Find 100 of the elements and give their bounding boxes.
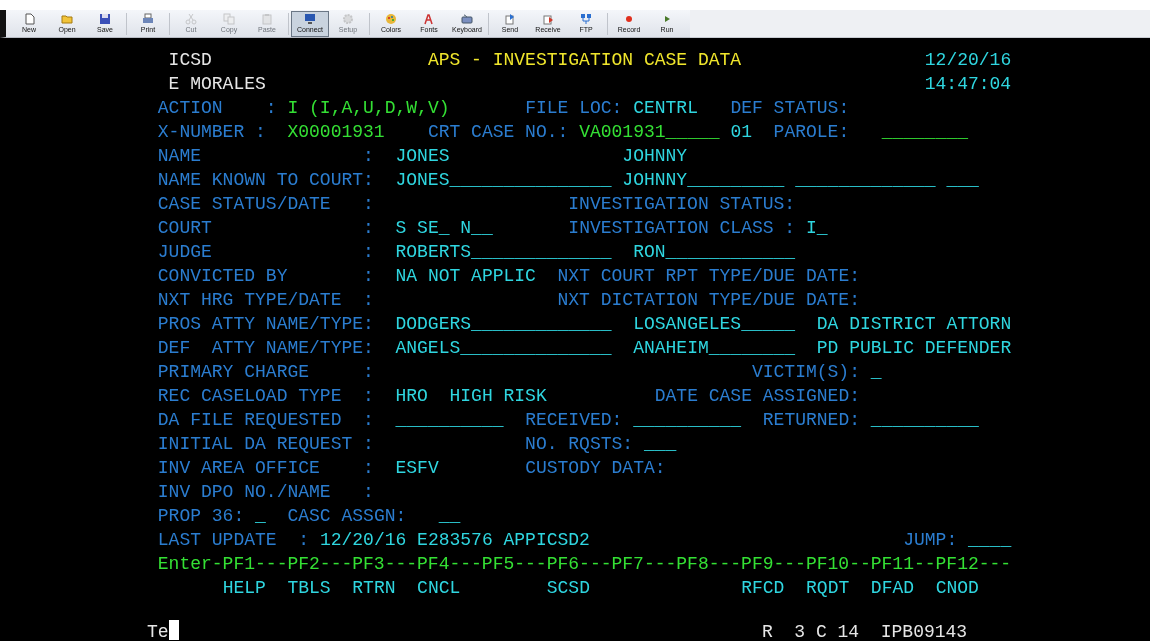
field-label: PAROLE: <box>773 122 850 142</box>
command-input[interactable]: Te <box>147 622 169 641</box>
field-label: COURT <box>157 218 212 238</box>
field-value: DA DISTRICT ATTORN <box>816 314 1012 334</box>
keyboard-icon <box>461 13 473 25</box>
field-value: I_ <box>806 218 828 238</box>
input-field[interactable]: I (I,A,U,D,W,V) <box>287 98 450 118</box>
input-field[interactable]: X00001931 <box>287 122 385 142</box>
function-key-legend: Enter-PF1---PF2---PF3---PF4---PF5---PF6---PF7---PF8---PF9---PF10--PF11--PF12--- <box>157 554 1012 574</box>
function-key-label: SCSD <box>546 578 590 598</box>
field-value: ___ <box>946 170 979 190</box>
field-label: DEF STATUS: <box>730 98 850 118</box>
field-value: HIGH RISK <box>449 386 547 406</box>
function-key-label: CNOD <box>935 578 979 598</box>
field-value: JONES <box>395 146 450 166</box>
font-icon <box>423 13 435 25</box>
field-label: X-NUMBER : <box>157 122 266 142</box>
field-label: NXT HRG TYPE/DATE <box>157 290 342 310</box>
field-label: NAME KNOWN TO COURT: <box>157 170 374 190</box>
field-label: : <box>363 218 374 238</box>
function-key-label: HELP <box>222 578 266 598</box>
field-label: : <box>363 482 374 502</box>
palette-icon <box>385 13 397 25</box>
field-label: INV AREA OFFICE <box>157 458 320 478</box>
record-icon <box>623 13 635 25</box>
receive-icon <box>542 13 554 25</box>
field-label: : <box>363 362 374 382</box>
field-label: INITIAL DA REQUEST : <box>157 434 374 454</box>
field-label: FILE LOC: <box>525 98 623 118</box>
function-key-label: RFCD <box>741 578 785 598</box>
input-field[interactable]: VA001931_____ <box>579 122 720 142</box>
field-label: JUMP: <box>903 530 958 550</box>
screen-title: APS - INVESTIGATION CASE DATA <box>427 50 742 70</box>
field-value: JOHNNY <box>622 146 688 166</box>
field-label: NXT DICTATION TYPE/DUE DATE: <box>557 290 860 310</box>
scissors-icon <box>185 13 197 25</box>
field-value: ESFV <box>395 458 439 478</box>
field-value: 01 <box>730 122 752 142</box>
status-mode: R <box>761 622 773 641</box>
header-text: E MORALES <box>168 74 266 94</box>
network-icon <box>580 13 592 25</box>
field-label: : <box>265 98 277 118</box>
field-label: : <box>363 146 374 166</box>
function-key-label: TBLS <box>287 578 331 598</box>
field-label: NXT COURT RPT TYPE/DUE DATE: <box>557 266 860 286</box>
monitor-icon <box>304 13 316 25</box>
input-field[interactable]: ________ <box>881 122 969 142</box>
field-label: : <box>363 194 374 214</box>
text-cursor <box>168 620 179 640</box>
field-value: _ <box>870 362 882 382</box>
field-value: HRO <box>395 386 428 406</box>
field-value: 14:47:04 <box>924 74 1012 94</box>
cursor-position: 3 C 14 <box>794 622 860 641</box>
field-label: : <box>298 530 310 550</box>
field-label: INVESTIGATION STATUS: <box>568 194 796 214</box>
field-value: ___ <box>643 434 677 454</box>
field-value: S SE_ N__ <box>395 218 493 238</box>
function-key-label: DFAD <box>870 578 915 598</box>
function-key-label: RQDT <box>806 578 850 598</box>
field-value: ROBERTS_____________ <box>395 242 612 262</box>
field-value: __________ <box>870 410 979 430</box>
field-value: ____ <box>968 530 1012 550</box>
field-value: __________ <box>633 410 742 430</box>
field-label: NAME <box>157 146 202 166</box>
field-label: CRT CASE NO.: <box>427 122 569 142</box>
field-value: 12/20/16 <box>924 50 1012 70</box>
printer-icon <box>142 13 154 25</box>
field-value: _ <box>255 506 266 526</box>
copy-icon <box>223 13 235 25</box>
field-value: __ <box>438 506 461 526</box>
field-value: ANGELS______________ <box>395 338 612 358</box>
gear-icon <box>342 13 354 25</box>
function-key-label: RTRN <box>352 578 396 598</box>
field-value: 12/20/16 E283576 APPICSD2 <box>319 530 590 550</box>
field-label: NO. RQSTS: <box>525 434 634 454</box>
field-value: _____________ <box>795 170 936 190</box>
field-label: CASC ASSGN: <box>287 506 407 526</box>
field-label: : <box>363 410 374 430</box>
field-label: INVESTIGATION CLASS : <box>568 218 796 238</box>
field-value: JOHNNY_________ <box>622 170 785 190</box>
field-label: JUDGE <box>157 242 212 262</box>
field-value: ANAHEIM________ <box>633 338 796 358</box>
field-label: : <box>363 242 374 262</box>
field-label: : <box>363 458 374 478</box>
field-value: NA NOT APPLIC <box>395 266 536 286</box>
field-label: RETURNED: <box>762 410 860 430</box>
field-label: RECEIVED: <box>525 410 623 430</box>
field-label: PROS ATTY NAME/TYPE: <box>157 314 374 334</box>
field-label: : <box>363 290 374 310</box>
field-label: ACTION <box>157 98 223 118</box>
field-label: REC CASELOAD TYPE <box>157 386 342 406</box>
clipboard-icon <box>261 13 273 25</box>
field-label: CUSTODY DATA: <box>525 458 666 478</box>
document-icon <box>23 13 35 25</box>
field-value: PD PUBLIC DEFENDER <box>816 338 1012 358</box>
field-label: : <box>363 266 374 286</box>
function-key-label: CNCL <box>417 578 461 598</box>
field-label: DEF ATTY NAME/TYPE: <box>157 338 374 358</box>
field-value: DODGERS_____________ <box>395 314 612 334</box>
header-text: ICSD <box>168 50 212 70</box>
